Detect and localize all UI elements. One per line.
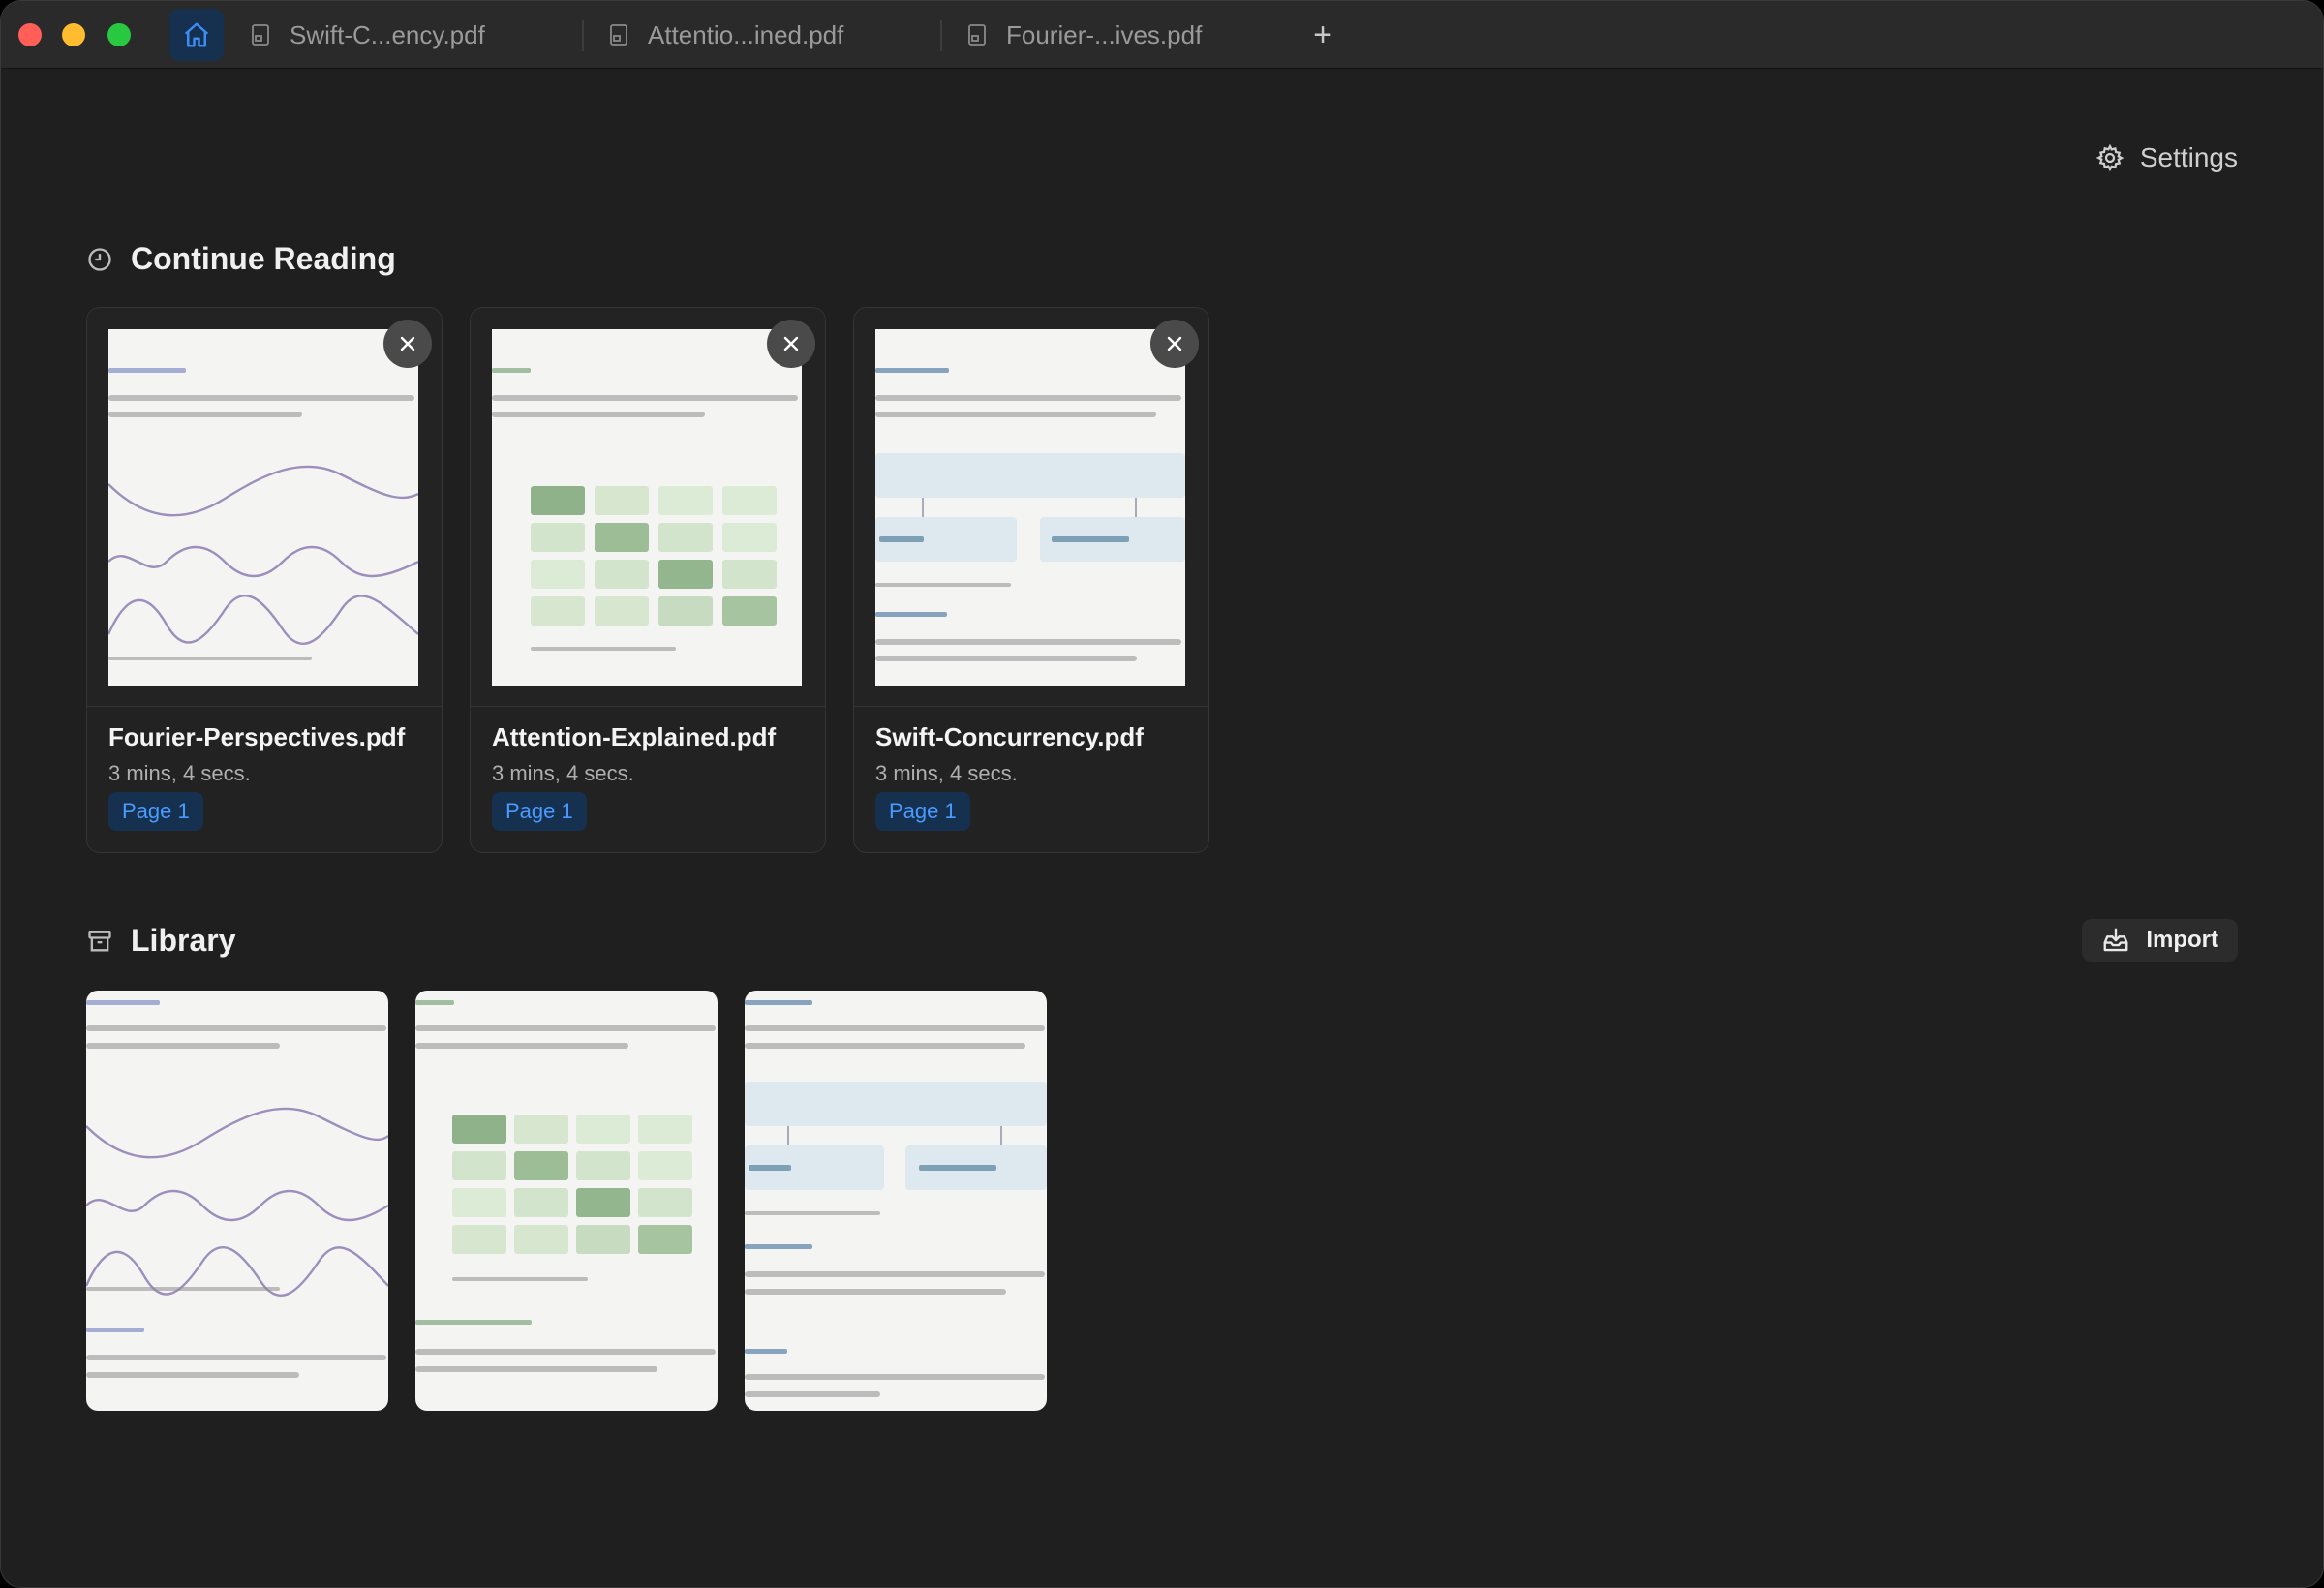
card-thumbnail-area [87, 308, 442, 707]
document-thumbnail [492, 329, 802, 686]
tab-divider [582, 20, 584, 51]
home-tab[interactable] [169, 9, 224, 61]
import-tray-icon [2103, 928, 2128, 952]
new-tab-button[interactable]: + [1308, 13, 1337, 57]
remove-card-button[interactable] [1150, 320, 1199, 368]
tab-label: Swift-C...ency.pdf [290, 19, 485, 49]
remove-card-button[interactable] [383, 320, 432, 368]
import-label: Import [2146, 927, 2218, 953]
archive-box-icon [88, 931, 111, 951]
remove-card-button[interactable] [767, 320, 815, 368]
clock-icon [88, 247, 111, 271]
pdf-document-icon [610, 24, 627, 46]
tab-swift-concurrency[interactable]: Swift-C...ency.pdf [251, 9, 485, 61]
reading-time: 3 mins, 4 secs. [875, 761, 1018, 785]
library-header: Library [86, 923, 235, 959]
tab-label: Fourier-...ives.pdf [1006, 19, 1203, 49]
app-window: Swift-C...ency.pdf Attentio...ined.pdf F… [0, 0, 2324, 1588]
library-item-swift[interactable] [745, 991, 1047, 1411]
page-badge: Page 1 [108, 792, 203, 831]
section-title: Library [131, 923, 236, 958]
reading-time: 3 mins, 4 secs. [108, 761, 251, 785]
minimize-window-button[interactable] [62, 23, 85, 46]
card-thumbnail-area [471, 308, 825, 707]
document-title: Swift-Concurrency.pdf [875, 722, 1144, 751]
document-title: Attention-Explained.pdf [492, 722, 777, 751]
document-thumbnail [108, 329, 418, 686]
document-thumbnail [875, 329, 1185, 686]
close-icon [1167, 336, 1182, 351]
reading-time: 3 mins, 4 secs. [492, 761, 634, 785]
pdf-document-icon [968, 24, 986, 46]
home-icon [184, 22, 209, 47]
page-badge: Page 1 [492, 792, 587, 831]
gear-icon [2095, 143, 2125, 172]
zoom-window-button[interactable] [107, 23, 131, 46]
pdf-document-icon [252, 24, 269, 46]
import-button[interactable]: Import [2082, 919, 2238, 962]
close-icon [400, 336, 415, 351]
close-icon [783, 336, 799, 351]
continue-reading-header: Continue Reading [86, 241, 396, 277]
continue-card-swift[interactable]: Swift-Concurrency.pdf 3 mins, 4 secs. Pa… [853, 307, 1209, 853]
tab-divider [940, 20, 942, 51]
settings-label: Settings [2139, 142, 2238, 172]
tab-fourier-perspectives[interactable]: Fourier-...ives.pdf [967, 9, 1202, 61]
continue-card-attention[interactable]: Attention-Explained.pdf 3 mins, 4 secs. … [470, 307, 826, 853]
page-badge: Page 1 [875, 792, 970, 831]
card-thumbnail-area [854, 308, 1208, 707]
tab-label: Attentio...ined.pdf [648, 19, 844, 49]
title-bar: Swift-C...ency.pdf Attentio...ined.pdf F… [1, 1, 2323, 69]
library-item-attention[interactable] [415, 991, 718, 1411]
section-title: Continue Reading [131, 241, 396, 276]
library-item-fourier[interactable] [86, 991, 388, 1411]
close-window-button[interactable] [18, 23, 42, 46]
continue-card-fourier[interactable]: Fourier-Perspectives.pdf 3 mins, 4 secs.… [86, 307, 443, 853]
settings-button[interactable]: Settings [2095, 142, 2238, 173]
tab-attention-explained[interactable]: Attentio...ined.pdf [609, 9, 843, 61]
document-title: Fourier-Perspectives.pdf [108, 722, 406, 751]
